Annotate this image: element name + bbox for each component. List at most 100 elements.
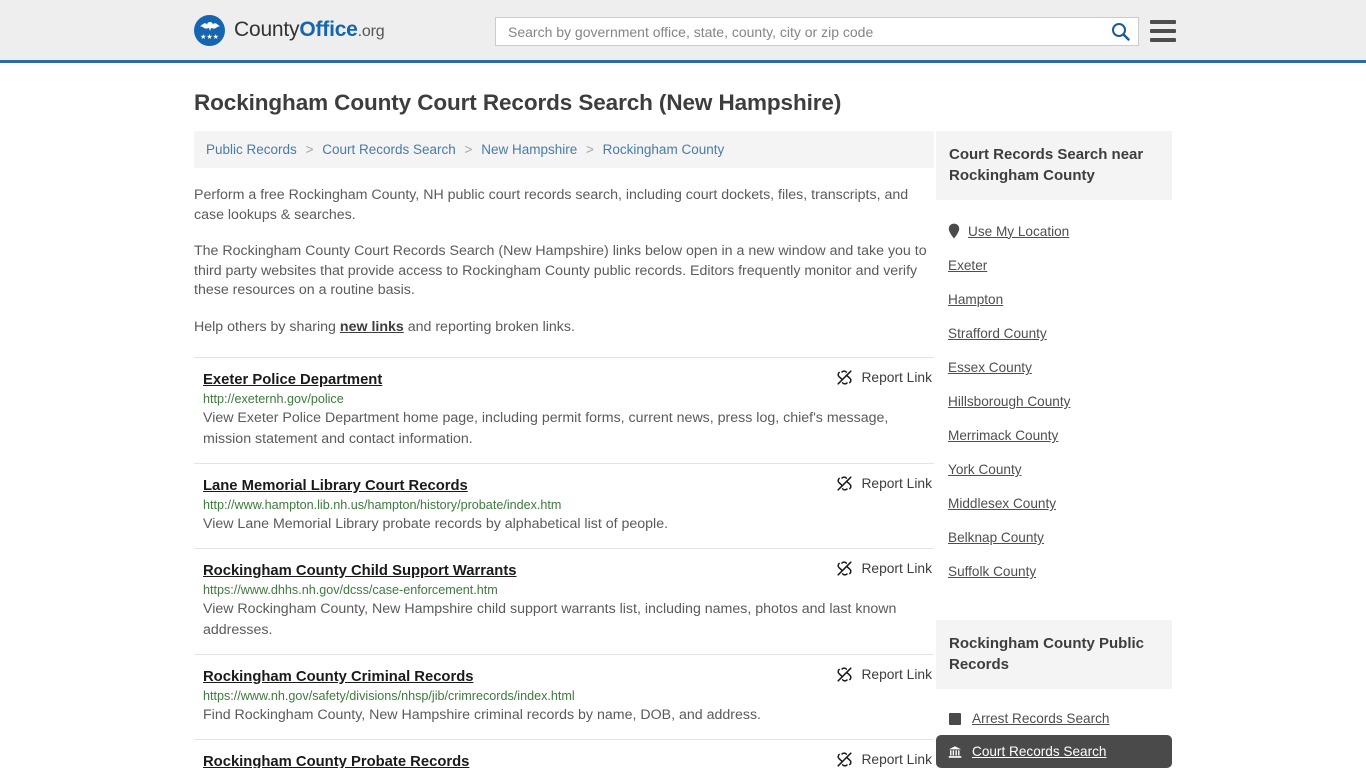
report-link-button[interactable]: Report Link bbox=[836, 751, 932, 768]
brand-text-office: Office bbox=[299, 18, 358, 41]
sidebar-link-label[interactable]: Strafford County bbox=[948, 326, 1047, 341]
sidebar-link-label[interactable]: Middlesex County bbox=[948, 496, 1056, 511]
intro-paragraph-1: Perform a free Rockingham County, NH pub… bbox=[194, 187, 909, 223]
intro-p3-before: Help others by sharing bbox=[194, 318, 340, 335]
result-title-link[interactable]: Rockingham County Criminal Records bbox=[203, 669, 474, 685]
sidebar-link-label[interactable]: Hampton bbox=[948, 292, 1003, 307]
map-pin-icon bbox=[948, 223, 960, 239]
report-link-button[interactable]: Report Link bbox=[836, 369, 932, 386]
search-button[interactable] bbox=[1102, 18, 1138, 45]
result-description: View Rockingham County, New Hampshire ch… bbox=[203, 600, 897, 638]
result-title-link[interactable]: Exeter Police Department bbox=[203, 372, 382, 388]
result-description: View Lane Memorial Library probate recor… bbox=[203, 515, 669, 532]
broken-link-icon bbox=[837, 475, 853, 491]
fingerprint-icon bbox=[948, 712, 962, 726]
nearby-heading: Court Records Search near Rockingham Cou… bbox=[936, 131, 1172, 200]
records-item-court-records-search[interactable]: Court Records Search bbox=[936, 735, 1172, 768]
fingerprint-icon bbox=[949, 712, 961, 725]
public-records-block: Rockingham County Public Records Arrest … bbox=[936, 620, 1172, 768]
public-records-heading: Rockingham County Public Records bbox=[936, 620, 1172, 689]
sidebar-link-label[interactable]: Merrimack County bbox=[948, 428, 1058, 443]
sidebar-link-label[interactable]: Exeter bbox=[948, 258, 987, 273]
result-url[interactable]: https://www.nh.gov/safety/divisions/nhsp… bbox=[203, 689, 934, 703]
sidebar: Court Records Search near Rockingham Cou… bbox=[936, 131, 1172, 768]
breadcrumb-item-1[interactable]: Court Records Search bbox=[322, 142, 456, 157]
content-columns: Public Records > Court Records Search > … bbox=[194, 131, 1172, 768]
courthouse-icon bbox=[948, 745, 962, 759]
records-item-label[interactable]: Arrest Records Search bbox=[972, 711, 1110, 726]
intro-paragraph-3: Help others by sharing new links and rep… bbox=[194, 318, 934, 338]
sidebar-item-essex-county[interactable]: Essex County bbox=[936, 350, 1172, 384]
breadcrumb-separator: > bbox=[305, 142, 314, 157]
menu-bar-1 bbox=[1150, 20, 1176, 24]
result-item: Lane Memorial Library Court Records http:… bbox=[194, 462, 934, 548]
use-my-location-link[interactable]: Use My Location bbox=[968, 224, 1069, 239]
breadcrumb-item-0[interactable]: Public Records bbox=[206, 142, 297, 157]
page-body: Rockingham County Court Records Search (… bbox=[0, 90, 1366, 768]
breadcrumb-item-3[interactable]: Rockingham County bbox=[603, 142, 725, 157]
report-link-button[interactable]: Report Link bbox=[836, 560, 932, 577]
records-item-arrest-records-search[interactable]: Arrest Records Search bbox=[936, 702, 1172, 735]
result-url[interactable]: https://www.dhhs.nh.gov/dcss/case-enforc… bbox=[203, 583, 934, 597]
broken-link-icon bbox=[837, 560, 853, 576]
brand-text-org: .org bbox=[357, 23, 385, 40]
result-url[interactable]: http://www.hampton.lib.nh.us/hampton/his… bbox=[203, 498, 934, 512]
sidebar-link-label[interactable]: Belknap County bbox=[948, 530, 1044, 545]
eagle-glyph bbox=[199, 21, 220, 31]
result-description: Find Rockingham County, New Hampshire cr… bbox=[203, 706, 762, 723]
sidebar-link-label[interactable]: York County bbox=[948, 462, 1022, 477]
report-link-label: Report Link bbox=[861, 560, 932, 576]
brand-wordmark: CountyOffice.org bbox=[234, 18, 385, 42]
sidebar-link-label[interactable]: Essex County bbox=[948, 360, 1032, 375]
result-title-link[interactable]: Lane Memorial Library Court Records bbox=[203, 478, 468, 494]
nearby-links-list: Use My Location Exeter Hampton Strafford Co… bbox=[936, 213, 1172, 588]
sidebar-item-belknap-county[interactable]: Belknap County bbox=[936, 520, 1172, 554]
report-link-button[interactable]: Report Link bbox=[836, 475, 932, 492]
result-item: Rockingham County Probate Records Report … bbox=[194, 738, 934, 768]
sidebar-item-hampton[interactable]: Hampton bbox=[936, 282, 1172, 316]
broken-link-icon bbox=[837, 369, 853, 385]
result-url[interactable]: http://exeternh.gov/police bbox=[203, 392, 934, 406]
breadcrumb-item-2[interactable]: New Hampshire bbox=[481, 142, 577, 157]
site-logo[interactable]: ★★★ CountyOffice.org bbox=[194, 14, 385, 46]
search-bar[interactable] bbox=[495, 17, 1139, 46]
report-link-button[interactable]: Report Link bbox=[836, 666, 932, 683]
result-title-link[interactable]: Rockingham County Probate Records bbox=[203, 754, 469, 768]
sidebar-link-label[interactable]: Hillsborough County bbox=[948, 394, 1070, 409]
broken-link-icon bbox=[837, 751, 853, 767]
sidebar-link-label[interactable]: Suffolk County bbox=[948, 564, 1036, 579]
hamburger-menu-icon[interactable] bbox=[1150, 20, 1176, 42]
search-icon bbox=[1111, 23, 1130, 41]
result-item: Rockingham County Child Support Warrants… bbox=[194, 547, 934, 654]
result-description: View Exeter Police Department home page,… bbox=[203, 409, 889, 447]
report-link-label: Report Link bbox=[861, 666, 932, 682]
breadcrumb: Public Records > Court Records Search > … bbox=[194, 131, 934, 168]
sidebar-item-hillsborough-county[interactable]: Hillsborough County bbox=[936, 384, 1172, 418]
breadcrumb-separator: > bbox=[464, 142, 473, 157]
report-link-label: Report Link bbox=[861, 369, 932, 385]
result-title-link[interactable]: Rockingham County Child Support Warrants bbox=[203, 563, 516, 579]
eagle-seal-icon: ★★★ bbox=[194, 14, 225, 46]
intro-p3-after: and reporting broken links. bbox=[403, 318, 575, 335]
sidebar-item-middlesex-county[interactable]: Middlesex County bbox=[936, 486, 1172, 520]
menu-bar-2 bbox=[1150, 29, 1176, 33]
brand-text-county: County bbox=[234, 18, 300, 41]
sidebar-item-york-county[interactable]: York County bbox=[936, 452, 1172, 486]
sidebar-item-strafford-county[interactable]: Strafford County bbox=[936, 316, 1172, 350]
sidebar-item-suffolk-county[interactable]: Suffolk County bbox=[936, 554, 1172, 588]
courthouse-icon bbox=[948, 745, 962, 758]
sidebar-item-use-my-location[interactable]: Use My Location bbox=[936, 213, 1172, 248]
records-item-label[interactable]: Court Records Search bbox=[972, 744, 1106, 759]
sidebar-item-exeter[interactable]: Exeter bbox=[936, 248, 1172, 282]
search-input[interactable] bbox=[496, 18, 1102, 45]
breadcrumb-separator: > bbox=[586, 142, 594, 157]
main-column: Public Records > Court Records Search > … bbox=[194, 131, 934, 768]
intro-paragraph-2: The Rockingham County Court Records Sear… bbox=[194, 243, 927, 299]
logo-stars: ★★★ bbox=[200, 33, 219, 41]
sidebar-item-merrimack-county[interactable]: Merrimack County bbox=[936, 418, 1172, 452]
new-links-link[interactable]: new links bbox=[340, 319, 404, 335]
broken-link-icon bbox=[837, 666, 853, 682]
menu-bar-3 bbox=[1150, 38, 1176, 42]
report-link-label: Report Link bbox=[861, 751, 932, 767]
